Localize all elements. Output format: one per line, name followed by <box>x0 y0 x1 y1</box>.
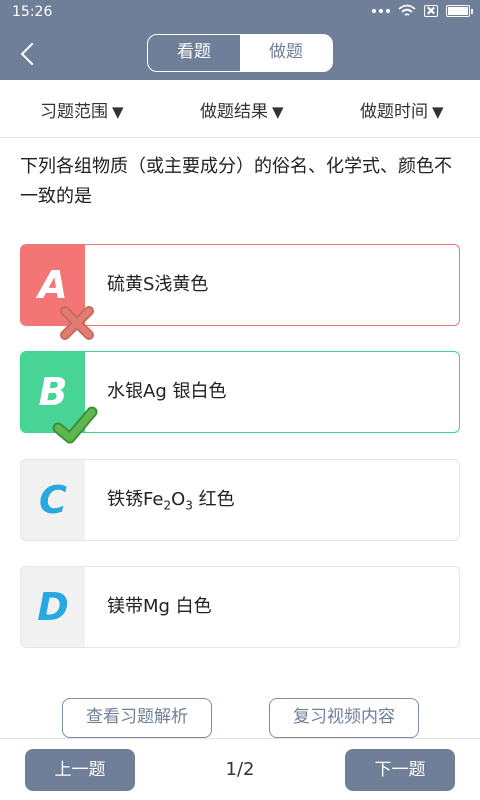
view-analysis-button[interactable]: 查看习题解析 <box>62 698 212 738</box>
filter-scope[interactable]: 习题范围 ▼ <box>40 97 124 122</box>
option-text-part: 铁锈Fe <box>107 489 164 510</box>
status-time: 15:26 <box>12 4 53 20</box>
header: 看题 做题 <box>0 26 480 80</box>
filter-bar: 习题范围 ▼ 做题结果 ▼ 做题时间 ▼ <box>0 80 480 138</box>
filter-result[interactable]: 做题结果 ▼ <box>200 97 284 122</box>
back-button[interactable] <box>14 38 46 70</box>
prev-question-button[interactable]: 上一题 <box>25 749 135 791</box>
cross-icon <box>60 306 94 340</box>
bottom-nav: 上一题 1/2 下一题 <box>0 738 480 800</box>
mode-switch: 看题 做题 <box>147 34 333 72</box>
status-bar: 15:26 <box>0 0 480 26</box>
caret-down-icon: ▼ <box>112 103 124 121</box>
option-text: 水银Ag 银白色 <box>107 381 227 402</box>
filter-time[interactable]: 做题时间 ▼ <box>360 97 444 122</box>
option-text: 硫黄S浅黄色 <box>107 274 209 295</box>
check-icon <box>52 406 98 444</box>
option-text: 铁锈Fe2O3 红色 <box>107 460 235 546</box>
option-text: 镁带Mg 白色 <box>107 596 212 617</box>
caret-down-icon: ▼ <box>432 103 444 121</box>
next-question-button[interactable]: 下一题 <box>345 749 455 791</box>
option-letter: A <box>38 263 68 307</box>
option-text-part: 红色 <box>192 489 235 510</box>
caret-down-icon: ▼ <box>272 103 284 121</box>
option-letter-box: D <box>21 567 85 647</box>
status-icons <box>372 4 473 18</box>
tab-do-questions[interactable]: 做题 <box>240 35 332 71</box>
no-sim-icon <box>424 5 438 17</box>
page-indicator: 1/2 <box>225 759 255 780</box>
filter-time-label: 做题时间 <box>360 102 428 122</box>
review-video-button[interactable]: 复习视频内容 <box>269 698 419 738</box>
option-letter: D <box>37 585 69 629</box>
option-letter: C <box>39 478 67 522</box>
battery-icon <box>446 5 473 17</box>
tab-view-questions[interactable]: 看题 <box>148 35 240 71</box>
question-text: 下列各组物质（或主要成分）的俗名、化学式、颜色不一致的是 <box>20 156 452 207</box>
wifi-icon <box>398 4 416 16</box>
option-c[interactable]: C 铁锈Fe2O3 红色 <box>20 459 460 541</box>
filter-result-label: 做题结果 <box>200 102 268 122</box>
subscript: 2 <box>163 498 172 513</box>
option-letter-box: C <box>21 460 85 540</box>
filter-scope-label: 习题范围 <box>40 102 108 122</box>
more-dots-icon <box>372 9 390 13</box>
option-text-part: O <box>171 489 186 510</box>
subscript: 3 <box>185 498 193 513</box>
option-d[interactable]: D 镁带Mg 白色 <box>20 566 460 648</box>
